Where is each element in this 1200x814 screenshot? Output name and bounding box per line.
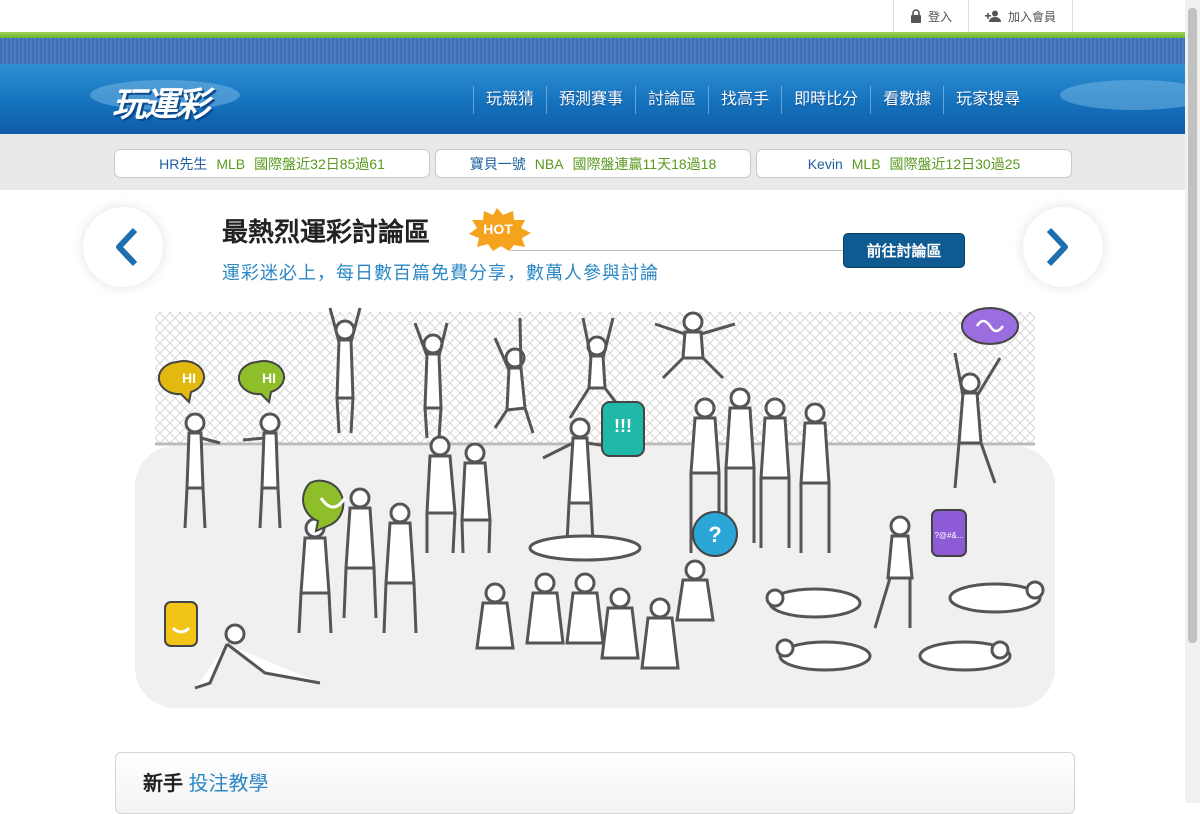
login-label: 登入 — [927, 9, 952, 24]
smile-bubble — [164, 601, 198, 647]
ticker-stat: 國際盤近32日85過61 — [254, 155, 385, 172]
tutorial-panel-title[interactable]: 新手 投注教學 — [143, 767, 269, 796]
nav-item-stats[interactable]: 看數據 — [870, 86, 943, 114]
prev-slide-button[interactable] — [83, 207, 163, 287]
symbols-bubble-text: ?@#&... — [934, 531, 963, 540]
go-to-forum-button[interactable]: 前往討論區 — [843, 233, 965, 268]
crowd-illustration: HI HI !!! ? ?@#&... — [135, 307, 1055, 708]
register-label: 加入會員 — [1007, 9, 1056, 24]
person-figure — [948, 580, 1045, 614]
site-logo[interactable]: 玩運彩 — [112, 77, 210, 126]
ticker-item[interactable]: Kevin MLB 國際盤近12日30過25 — [756, 149, 1072, 178]
lock-icon — [910, 9, 921, 23]
main-nav: 玩競猜 預測賽事 討論區 找高手 即時比分 看數據 玩家搜尋 — [473, 86, 1032, 114]
tutorial-title-bold: 新手 — [143, 773, 183, 795]
add-user-icon — [984, 10, 1001, 22]
scrollbar-thumb[interactable] — [1188, 8, 1197, 643]
person-figure — [765, 587, 862, 619]
decor-curve — [1060, 80, 1200, 110]
nav-item-player-search[interactable]: 玩家搜尋 — [943, 86, 1032, 114]
ticker-name: Kevin — [807, 155, 843, 172]
next-slide-button[interactable] — [1023, 207, 1103, 287]
ticker-stat: 國際盤近12日30過25 — [889, 155, 1021, 172]
hot-badge-label: HOT — [483, 221, 513, 237]
nav-item-predict[interactable]: 預測賽事 — [546, 86, 635, 114]
ticker-item[interactable]: HR先生 MLB 國際盤近32日85過61 — [114, 149, 430, 178]
ticker-stat: 國際盤連贏11天18過18 — [572, 155, 717, 172]
ticker-name: HR先生 — [159, 155, 208, 172]
chevron-left-icon — [116, 227, 138, 267]
nav-item-quiz[interactable]: 玩競猜 — [473, 86, 546, 114]
hi-bubble-text: HI — [182, 370, 196, 386]
question-bubble-text: ? — [708, 522, 721, 547]
ticker-item[interactable]: 寶貝一號 NBA 國際盤連贏11天18過18 — [435, 149, 751, 178]
tutorial-title-accent: 投注教學 — [188, 773, 269, 795]
header-stripes — [0, 38, 1200, 64]
hero-subtitle: 運彩迷必上，每日數百篇免費分享，數萬人參與討論 — [222, 263, 659, 283]
chevron-right-icon — [1046, 227, 1068, 267]
exclaim-bubble-text: !!! — [614, 416, 632, 436]
person-figure — [775, 638, 872, 672]
account-links: 登入 加入會員 — [892, 0, 1073, 32]
ticker-name: 寶貝一號 — [469, 155, 526, 172]
nav-item-forum[interactable]: 討論區 — [635, 86, 708, 114]
ticker-league: MLB — [851, 155, 881, 172]
person-figure — [918, 640, 1012, 672]
ticker-league: MLB — [216, 155, 246, 172]
hi-bubble-text: HI — [262, 370, 276, 386]
hot-badge: HOT — [469, 208, 531, 251]
register-link[interactable]: 加入會員 — [969, 0, 1073, 32]
nav-item-experts[interactable]: 找高手 — [708, 86, 781, 114]
nav-item-livescore[interactable]: 即時比分 — [781, 86, 870, 114]
hero-title: 最熱烈運彩討論區 — [222, 217, 431, 247]
ticker-league: NBA — [534, 155, 564, 172]
login-link[interactable]: 登入 — [894, 0, 969, 32]
pedestal — [528, 534, 642, 562]
top-bar: 登入 加入會員 — [0, 0, 1200, 32]
